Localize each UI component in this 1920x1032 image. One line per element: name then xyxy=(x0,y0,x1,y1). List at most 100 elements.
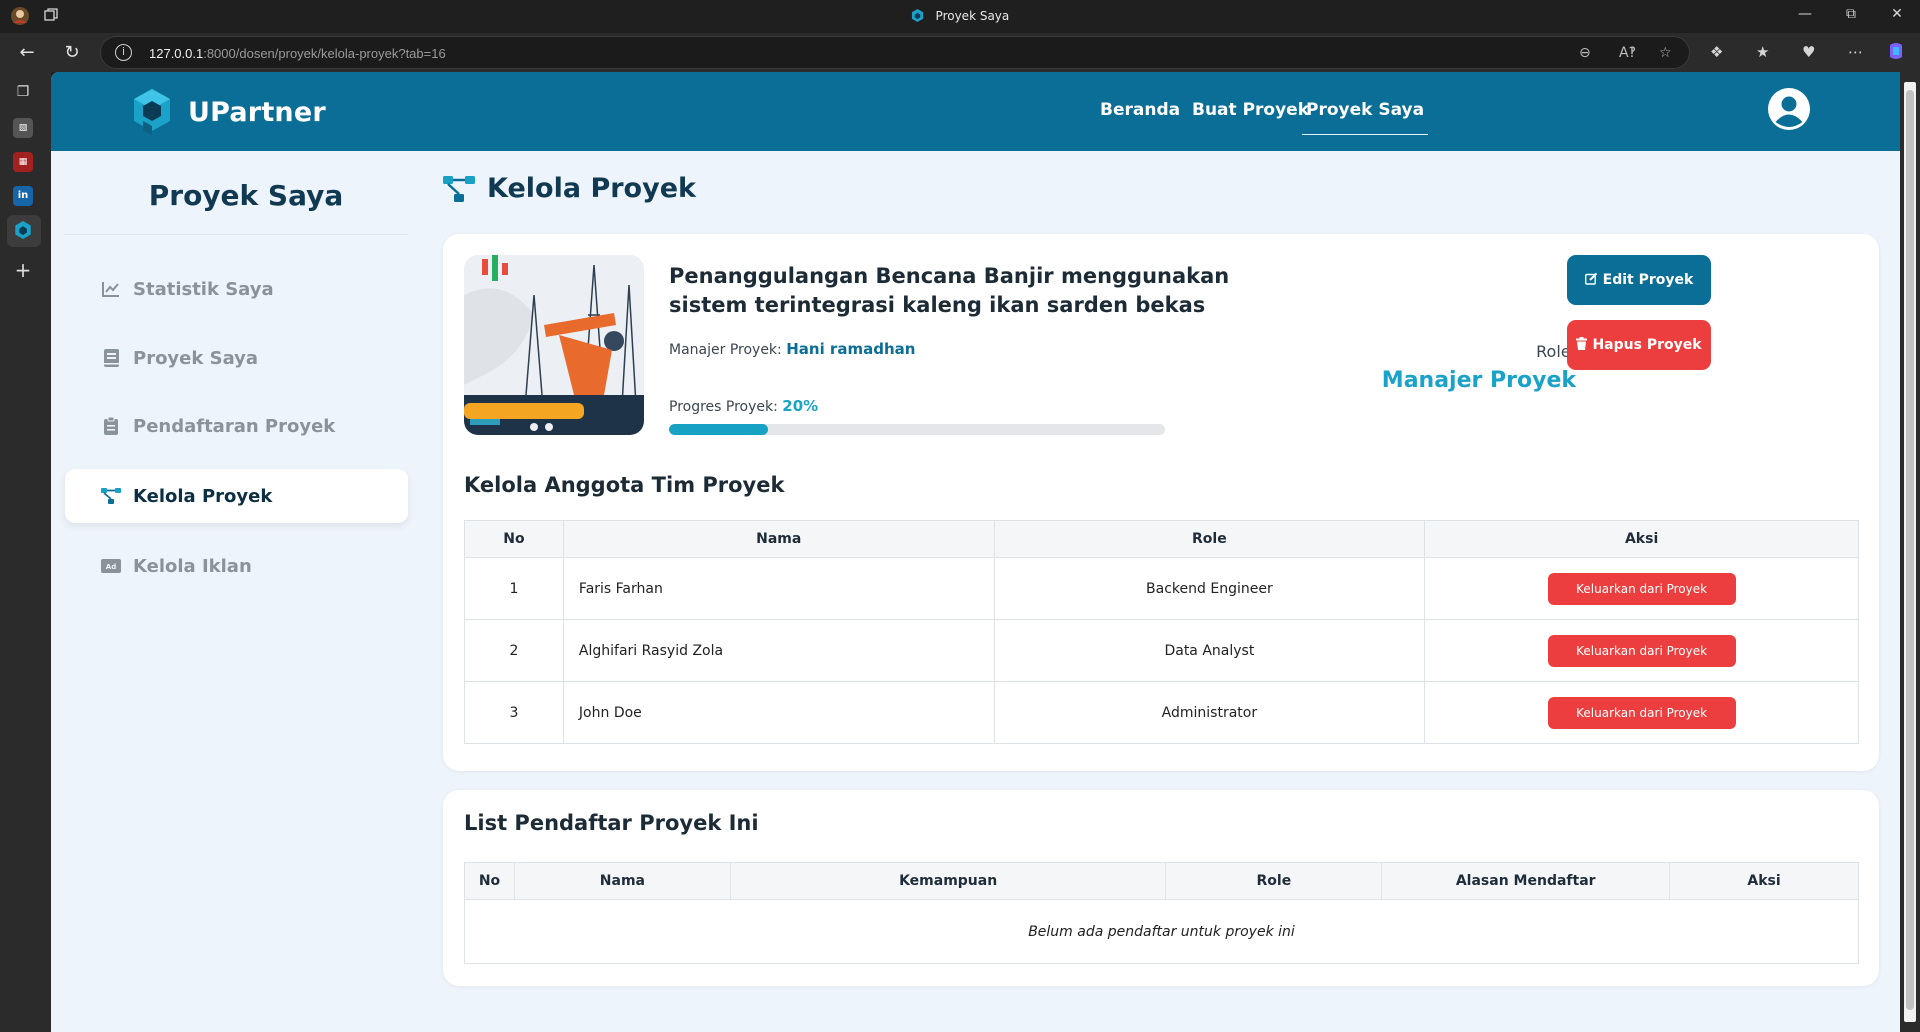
sidebar-item-label: Pendaftaran Proyek xyxy=(133,415,336,437)
column-header: No xyxy=(464,862,515,900)
sidebar-item-label: Kelola Proyek xyxy=(133,485,273,507)
sidebar-item-pendaftaran-proyek[interactable]: Pendaftaran Proyek xyxy=(65,399,408,453)
column-header: Nama xyxy=(513,862,731,900)
column-header: No xyxy=(464,520,564,558)
role-value: Manajer Proyek xyxy=(1381,368,1576,393)
column-header: Aksi xyxy=(1669,862,1859,900)
project-manager: Manajer Proyek: Hani ramadhan xyxy=(669,340,915,358)
browser-titlebar: Proyek Saya — ⧉ ✕ xyxy=(0,0,1920,33)
project-thumbnail xyxy=(464,255,644,435)
project-progress: Progres Proyek: 20% xyxy=(669,397,818,415)
edit-project-button[interactable]: Edit Proyek xyxy=(1567,255,1711,305)
table-row: 3 John Doe Administrator Keluarkan dari … xyxy=(464,681,1859,744)
sidebar-title: Proyek Saya xyxy=(148,179,344,212)
sidebar-item-kelola-proyek[interactable]: Kelola Proyek xyxy=(65,469,408,523)
upartner-favicon-icon xyxy=(911,9,923,22)
cell-no: 2 xyxy=(464,619,564,682)
linkedin-icon[interactable]: in xyxy=(13,186,33,206)
column-header: Role xyxy=(993,520,1426,558)
edit-project-label: Edit Proyek xyxy=(1602,272,1694,288)
restore-icon[interactable]: ⧉ xyxy=(1828,6,1874,22)
team-section-title: Kelola Anggota Tim Proyek xyxy=(464,473,785,497)
browser-essentials-icon[interactable]: ♥ xyxy=(1802,43,1815,61)
favorite-star-icon[interactable]: ☆ xyxy=(1659,45,1672,61)
role-label: Role: xyxy=(1536,342,1576,361)
tab-actions-icon[interactable]: ❐ xyxy=(13,82,33,102)
sidebar-item-proyek-saya[interactable]: Proyek Saya xyxy=(65,331,408,385)
column-header: Alasan Mendaftar xyxy=(1381,862,1671,900)
browser-toolbar: ← ↻ i 127.0.0.1:8000/dosen/proyek/kelola… xyxy=(0,33,1920,72)
nav-link-proyek-saya[interactable]: Proyek Saya xyxy=(1301,100,1429,135)
user-avatar-icon[interactable] xyxy=(1767,87,1811,131)
extensions-icon[interactable]: ❖ xyxy=(1710,43,1723,61)
cell-nama: Alghifari Rasyid Zola xyxy=(562,619,995,682)
back-arrow-icon[interactable]: ← xyxy=(15,42,39,63)
top-navbar: UPartner Beranda Buat Proyek Proyek Saya xyxy=(51,72,1900,151)
clipboard-icon xyxy=(101,416,121,436)
column-header: Nama xyxy=(562,520,995,558)
url-path: :8000/dosen/proyek/kelola-proyek?tab=16 xyxy=(203,46,446,61)
remove-member-button[interactable]: Keluarkan dari Proyek xyxy=(1547,572,1736,605)
url-host: 127.0.0.1 xyxy=(149,46,204,61)
tab-favicon-icon[interactable]: ▧ xyxy=(13,118,33,138)
nav-link-buat-proyek[interactable]: Buat Proyek xyxy=(1192,100,1309,120)
copilot-icon[interactable] xyxy=(1886,41,1906,65)
delete-project-button[interactable]: Hapus Proyek xyxy=(1567,320,1711,370)
applicants-table-header: No Nama Kemampuan Role Alasan Mendaftar … xyxy=(464,862,1859,900)
progress-bar-fill xyxy=(669,424,769,435)
minimize-icon[interactable]: — xyxy=(1782,6,1828,22)
column-header: Role xyxy=(1165,862,1383,900)
sidebar-item-kelola-iklan[interactable]: Ad Kelola Iklan xyxy=(65,539,408,593)
table-row: Belum ada pendaftar untuk proyek ini xyxy=(464,899,1859,964)
cell-aksi: Keluarkan dari Proyek xyxy=(1424,557,1859,620)
cell-role: Data Analyst xyxy=(993,619,1426,682)
reload-icon[interactable]: ↻ xyxy=(60,42,84,63)
progress-bar xyxy=(669,424,1165,435)
site-info-icon[interactable]: i xyxy=(115,44,132,61)
cell-no: 3 xyxy=(464,681,564,744)
zoom-out-icon[interactable]: ⊖ xyxy=(1579,45,1591,61)
progress-label: Progres Proyek: xyxy=(669,399,778,415)
window-title: Proyek Saya xyxy=(0,9,1920,23)
sidebar-item-label: Proyek Saya xyxy=(133,347,259,369)
url-text[interactable]: 127.0.0.1:8000/dosen/proyek/kelola-proye… xyxy=(149,46,446,61)
project-manager-name: Hani ramadhan xyxy=(786,340,916,358)
scrollbar-thumb[interactable] xyxy=(1906,90,1914,1010)
column-header: Kemampuan xyxy=(729,862,1167,900)
favorites-icon[interactable]: ★ xyxy=(1756,43,1769,61)
table-row: 1 Faris Farhan Backend Engineer Keluarka… xyxy=(464,557,1859,620)
ad-icon: Ad xyxy=(101,556,121,576)
progress-percent: 20% xyxy=(782,397,819,415)
page-title: Kelola Proyek xyxy=(443,173,696,204)
upartner-logo-icon xyxy=(134,89,170,135)
applicants-table: No Nama Kemampuan Role Alasan Mendaftar … xyxy=(464,862,1859,964)
project-manager-label: Manajer Proyek: xyxy=(669,342,782,358)
sidebar-item-statistik-saya[interactable]: Statistik Saya xyxy=(65,262,408,316)
applicants-section-title: List Pendaftar Proyek Ini xyxy=(464,811,759,835)
page-scrollbar[interactable] xyxy=(1900,72,1920,1032)
project-diagram-icon xyxy=(101,486,121,506)
sidebar-item-label: Statistik Saya xyxy=(133,278,274,300)
column-header: Aksi xyxy=(1424,520,1859,558)
remove-member-button[interactable]: Keluarkan dari Proyek xyxy=(1547,696,1736,729)
tab-favicon-icon[interactable]: ▦ xyxy=(13,152,33,172)
delete-project-label: Hapus Proyek xyxy=(1592,337,1702,353)
chart-line-icon xyxy=(101,279,121,299)
address-bar[interactable]: i 127.0.0.1:8000/dosen/proyek/kelola-pro… xyxy=(100,36,1690,69)
book-icon xyxy=(101,348,121,368)
cell-nama: John Doe xyxy=(562,681,995,744)
remove-member-button[interactable]: Keluarkan dari Proyek xyxy=(1547,634,1736,667)
sidebar-divider xyxy=(64,234,408,235)
project-title: Penanggulangan Bencana Banjir menggunaka… xyxy=(669,264,1230,317)
browser-vertical-tabs: ❐ ▧ ▦ in + xyxy=(0,72,51,1032)
brand[interactable]: UPartner xyxy=(134,89,326,135)
nav-link-beranda[interactable]: Beranda xyxy=(1100,100,1180,120)
upartner-tab-icon[interactable] xyxy=(13,221,33,241)
page-title-text: Kelola Proyek xyxy=(487,173,696,204)
window-title-text: Proyek Saya xyxy=(935,9,1010,23)
more-options-icon[interactable]: ⋯ xyxy=(1848,43,1863,61)
read-aloud-icon[interactable]: A‽ xyxy=(1619,45,1636,61)
new-tab-plus-icon[interactable]: + xyxy=(13,260,33,280)
cell-no: 1 xyxy=(464,557,564,620)
close-icon[interactable]: ✕ xyxy=(1874,6,1920,22)
